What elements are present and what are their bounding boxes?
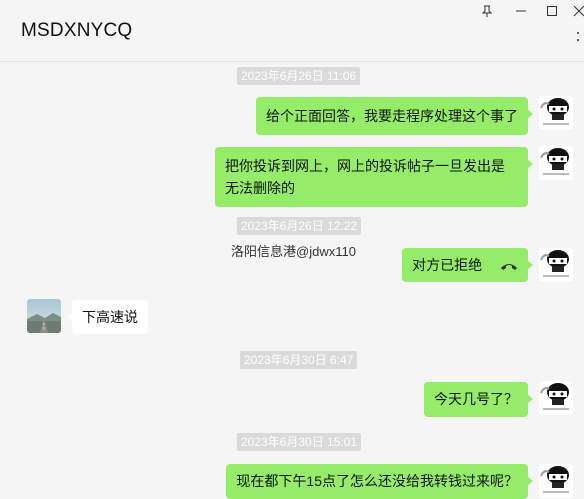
my-avatar[interactable] <box>539 381 573 415</box>
minimize-icon[interactable] <box>512 4 530 22</box>
my-avatar[interactable] <box>539 146 573 180</box>
incoming-message[interactable]: 下高速说 <box>67 300 148 334</box>
my-avatar[interactable] <box>539 96 573 130</box>
message-text: 今天几号了？ <box>434 391 518 407</box>
contact-avatar[interactable] <box>27 299 61 333</box>
timestamp: 2023年6月30日 15:01 <box>237 433 362 451</box>
message-text: 对方已拒绝 <box>412 257 483 273</box>
call-record-message[interactable]: 对方已拒绝 <box>402 248 533 282</box>
timestamp: 2023年6月26日 12:22 <box>237 217 362 235</box>
close-icon[interactable] <box>570 4 584 22</box>
message-text: 给个正面回答，我要走程序处理这个事了 <box>266 108 518 124</box>
chat-area[interactable]: 2023年6月26日 11:06 给个正面回答，我要走程序处理这个事了 把你投诉… <box>0 63 584 499</box>
chat-title: MSDXNYCQ <box>21 20 133 41</box>
more-options-icon[interactable] <box>572 32 584 42</box>
outgoing-message[interactable]: 给个正面回答，我要走程序处理这个事了 <box>256 97 533 135</box>
title-bar: MSDXNYCQ <box>0 0 584 62</box>
my-avatar[interactable] <box>539 248 573 282</box>
timestamp: 2023年6月26日 11:06 <box>237 67 361 85</box>
message-text: 现在都下午15点了怎么还没给我转钱过来呢？ <box>236 473 518 489</box>
outgoing-message[interactable]: 今天几号了？ <box>424 382 533 417</box>
maximize-icon[interactable] <box>543 4 561 22</box>
outgoing-message[interactable]: 现在都下午15点了怎么还没给我转钱过来呢？ <box>226 464 533 499</box>
sender-label: 洛阳信息港@jdwx110 <box>231 244 356 259</box>
timestamp: 2023年6月30日 6:47 <box>240 351 358 369</box>
message-text: 下高速说 <box>82 309 138 325</box>
message-text: 把你投诉到网上，网上的投诉帖子一旦发出是无法删除的 <box>225 158 505 196</box>
outgoing-message[interactable]: 把你投诉到网上，网上的投诉帖子一旦发出是无法删除的 <box>215 147 533 207</box>
my-avatar[interactable] <box>539 464 573 498</box>
pin-icon[interactable] <box>478 4 496 22</box>
hangup-phone-icon <box>500 255 518 277</box>
